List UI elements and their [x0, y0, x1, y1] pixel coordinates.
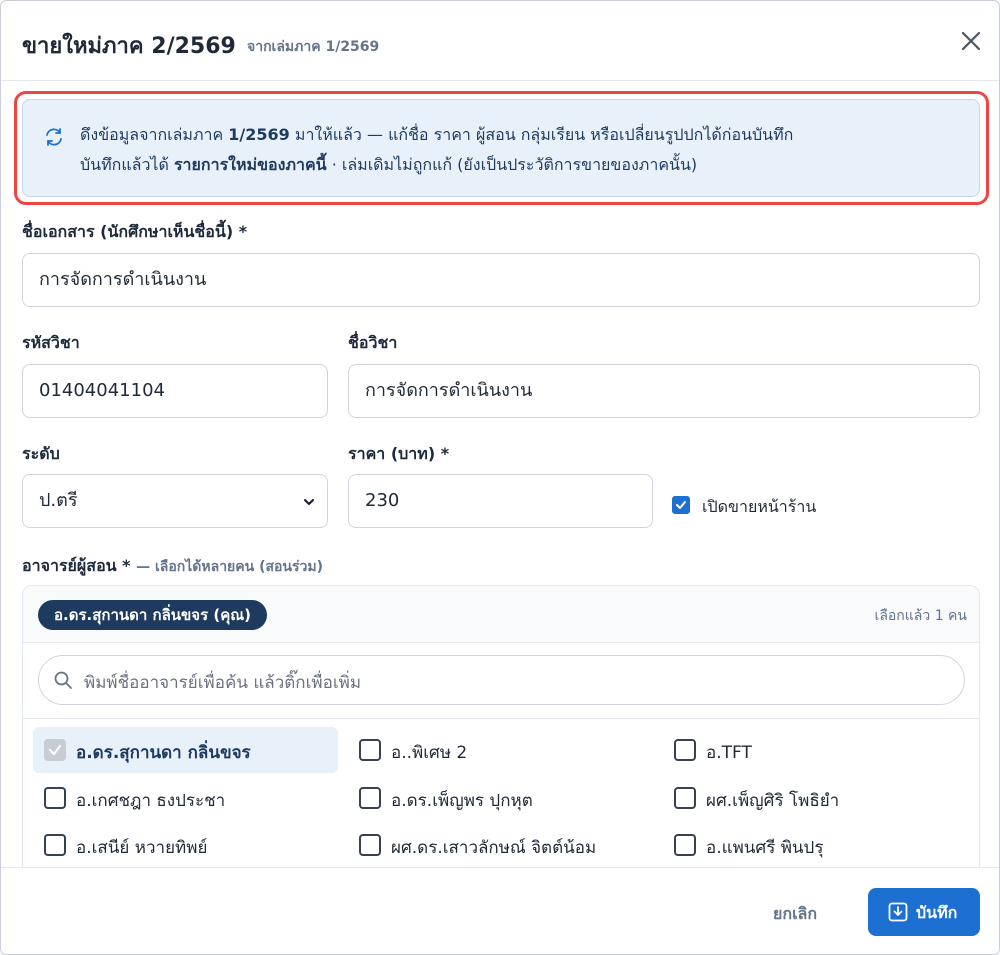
storefront-label: เปิดขายหน้าร้าน [702, 497, 817, 516]
close-button[interactable] [957, 27, 985, 55]
instructor-checkbox[interactable] [44, 834, 66, 856]
doc-name-label: ชื่อเอกสาร (นักศึกษาเห็นชื่อนี้) * [22, 222, 248, 241]
instructor-option[interactable]: อ.เกศชฎา ธงประชา [33, 775, 338, 821]
check-icon [676, 501, 686, 509]
instructor-checkbox[interactable] [674, 834, 696, 856]
instructor-option-label: ผศ.เพ็ญศิริ โพธิยำ [706, 791, 840, 811]
instructor-option-label: อ.ดร.เพ็ญพร ปุกหุต [391, 791, 533, 811]
dialog: ขายใหม่ภาค 2/2569 จากเล่มภาค 1/2569 ดึงข… [0, 0, 1000, 955]
instructor-option[interactable]: อ.เสนีย์ หวายทิพย์ [33, 822, 338, 868]
instructor-option[interactable]: อ.ดร.สุกานดา กลิ่นขจร [33, 727, 338, 773]
instructor-option[interactable]: อ.แพนศรี พินปรุ [663, 822, 968, 868]
instructor-checkbox[interactable] [44, 787, 66, 809]
instructor-option-label: อ.เกศชฎา ธงประชา [76, 791, 226, 811]
instructor-option[interactable]: ผศ.เพ็ญศิริ โพธิยำ [663, 775, 968, 821]
instructor-option[interactable]: อ.TFT [663, 727, 968, 773]
course-name-input[interactable]: การจัดการดำเนินงาน [348, 364, 980, 418]
check-icon [48, 744, 62, 756]
instructor-option-label: อ.ดร.สุกานดา กลิ่นขจร [76, 743, 251, 763]
close-icon [961, 31, 981, 51]
instructor-option[interactable]: ผศ.ดร.เสาวลักษณ์ จิตต์น้อม [348, 822, 653, 868]
instructor-checkbox[interactable] [674, 787, 696, 809]
course-code-input[interactable]: 01404041104 [22, 364, 328, 418]
instructors-label: อาจารย์ผู้สอน * — เลือกได้หลายคน (สอนร่ว… [22, 556, 323, 575]
instructor-checkbox[interactable] [359, 739, 381, 761]
instructor-option[interactable]: อ.ดร.เพ็ญพร ปุกหุต [348, 775, 653, 821]
instructor-checkbox[interactable] [44, 739, 66, 761]
level-select[interactable]: ป.ตรี [22, 474, 328, 528]
instructor-option-label: อ.TFT [706, 743, 752, 763]
instructor-checkbox[interactable] [674, 739, 696, 761]
instructor-picker: อ.ดร.สุกานดา กลิ่นขจร (คุณ) เลือกแล้ว 1 … [22, 585, 980, 875]
cancel-button[interactable]: ยกเลิก [773, 902, 817, 927]
storefront-toggle[interactable]: เปิดขายหน้าร้าน [672, 495, 832, 517]
instructor-option[interactable]: อ..พิเศษ 2 [348, 727, 653, 773]
instructor-search-area: พิมพ์ชื่ออาจารย์เพื่อค้น แล้วติ๊กเพื่อเพ… [23, 643, 979, 719]
notice-line-1: ดึงข้อมูลจากเล่มภาค 1/2569 มาให้แล้ว — แ… [80, 125, 794, 144]
storefront-checkbox[interactable] [672, 496, 690, 514]
refresh-icon [46, 128, 62, 146]
dialog-subtitle: จากเล่มภาค 1/2569 [247, 39, 380, 55]
save-button[interactable]: บันทึก [868, 888, 980, 936]
instructor-option-label: อ.แพนศรี พินปรุ [706, 838, 824, 858]
instructor-option-label: อ..พิเศษ 2 [391, 743, 468, 763]
level-label: ระดับ [22, 444, 60, 463]
course-name-label: ชื่อวิชา [348, 333, 398, 352]
search-icon [54, 671, 72, 689]
save-icon [888, 902, 908, 922]
doc-name-input[interactable]: การจัดการดำเนินงาน [22, 253, 980, 307]
price-label: ราคา (บาท) * [348, 444, 450, 463]
search-placeholder: พิมพ์ชื่ออาจารย์เพื่อค้น แล้วติ๊กเพื่อเพ… [84, 673, 362, 693]
course-code-label: รหัสวิชา [22, 333, 80, 352]
selected-instructors-bar: อ.ดร.สุกานดา กลิ่นขจร (คุณ) เลือกแล้ว 1 … [23, 586, 979, 643]
instructors-hint: — เลือกได้หลายคน (สอนร่วม) [136, 559, 323, 575]
instructor-option-label: ผศ.ดร.เสาวลักษณ์ จิตต์น้อม [391, 838, 597, 858]
instructor-checkbox[interactable] [359, 834, 381, 856]
save-button-label: บันทึก [916, 903, 958, 922]
dialog-footer: ยกเลิก บันทึก [1, 867, 999, 954]
instructor-search-input[interactable]: พิมพ์ชื่ออาจารย์เพื่อค้น แล้วติ๊กเพื่อเพ… [38, 655, 965, 705]
selected-count: เลือกแล้ว 1 คน [874, 608, 967, 624]
level-select-value: ป.ตรี [39, 490, 78, 511]
chevron-down-icon [304, 499, 314, 505]
instructor-checkbox[interactable] [359, 787, 381, 809]
dialog-title: ขายใหม่ภาค 2/2569 [22, 34, 236, 59]
info-notice: ดึงข้อมูลจากเล่มภาค 1/2569 มาให้แล้ว — แ… [22, 99, 980, 197]
notice-line-2: บันทึกแล้วได้ รายการใหม่ของภาคนี้ · เล่ม… [80, 155, 698, 174]
dialog-header: ขายใหม่ภาค 2/2569 จากเล่มภาค 1/2569 [1, 1, 999, 81]
instructor-option-label: อ.เสนีย์ หวายทิพย์ [76, 838, 208, 858]
selected-instructor-pill[interactable]: อ.ดร.สุกานดา กลิ่นขจร (คุณ) [38, 600, 268, 630]
price-input[interactable]: 230 [348, 474, 653, 528]
